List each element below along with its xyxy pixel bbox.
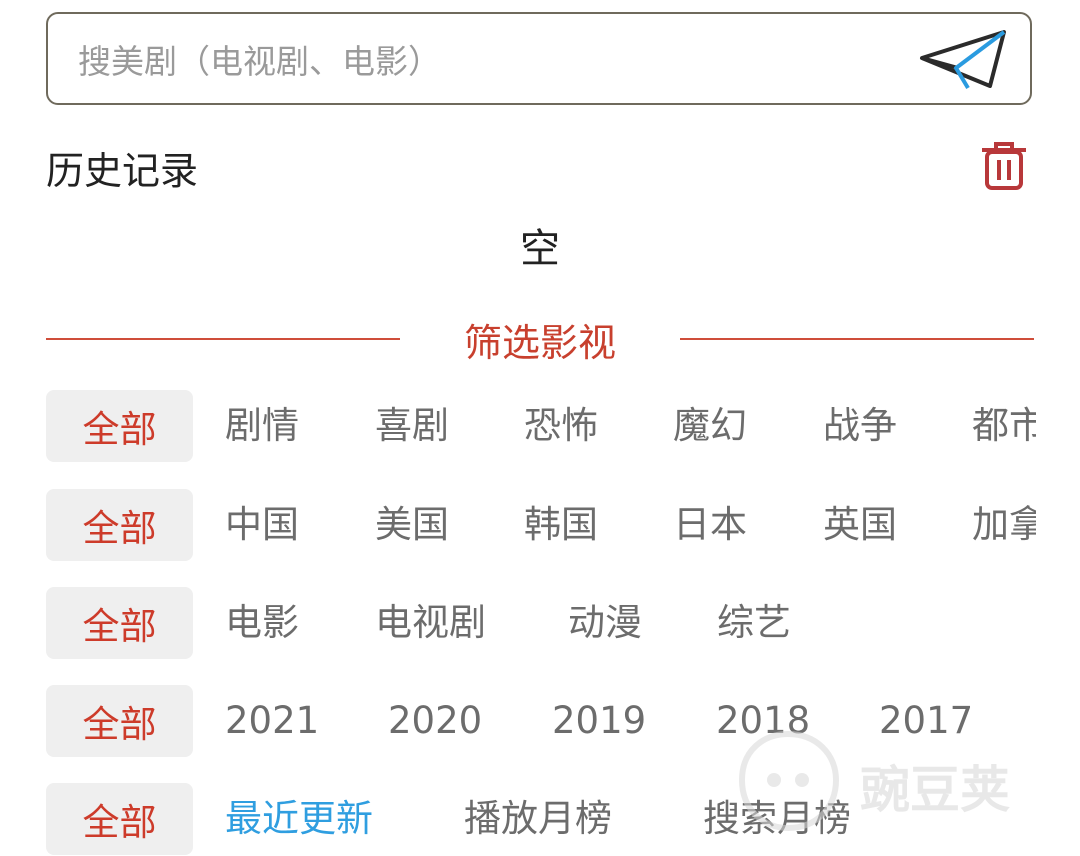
filter-row-region: 全部 中国 美国 韩国 日本 英国 加拿大 [0,489,1036,561]
filter-all-chip[interactable]: 全部 [46,685,193,757]
filter-option[interactable]: 英国 [823,489,897,561]
filter-option[interactable]: 2019 [552,685,646,757]
filter-title: 筛选影视 [463,321,616,365]
filter-option[interactable]: 电影 [225,587,299,659]
filter-option[interactable]: 魔幻 [673,390,747,462]
filter-option[interactable]: 都市 [972,390,1036,462]
filter-option[interactable]: 战争 [823,390,897,462]
filter-option[interactable]: 2017 [879,685,973,757]
trash-icon[interactable] [976,140,1032,192]
filter-option[interactable]: 2020 [388,685,482,757]
search-input[interactable] [76,32,900,90]
filter-row-genre: 全部 剧情 喜剧 恐怖 魔幻 战争 都市 [0,390,1036,462]
filter-row-year: 全部 2021 2020 2019 2018 2017 [0,685,1036,757]
filter-option[interactable]: 搜索月榜 [703,783,851,855]
filter-option[interactable]: 播放月榜 [464,783,612,855]
filter-all-chip[interactable]: 全部 [46,489,193,561]
search-box[interactable] [46,12,1032,105]
filter-option[interactable]: 动漫 [568,587,642,659]
filter-option[interactable]: 2021 [225,685,319,757]
filter-option[interactable]: 电视剧 [375,587,486,659]
filter-option[interactable]: 剧情 [225,390,299,462]
filter-option[interactable]: 中国 [225,489,299,561]
send-icon[interactable] [918,28,1008,92]
filter-option[interactable]: 日本 [673,489,747,561]
filter-option[interactable]: 恐怖 [524,390,598,462]
filter-option[interactable]: 加拿大 [972,489,1036,561]
filter-row-sort: 全部 最近更新 播放月榜 搜索月榜 [0,783,1036,855]
filter-row-type: 全部 电影 电视剧 动漫 综艺 [0,587,1036,659]
filter-all-chip[interactable]: 全部 [46,587,193,659]
filter-option[interactable]: 综艺 [717,587,791,659]
filter-option[interactable]: 2018 [716,685,810,757]
filter-option[interactable]: 喜剧 [375,390,449,462]
filter-option-active[interactable]: 最近更新 [225,783,373,855]
history-title: 历史记录 [46,149,199,193]
history-empty-text: 空 [520,226,560,272]
filter-all-chip[interactable]: 全部 [46,390,193,462]
filter-option[interactable]: 美国 [375,489,449,561]
filter-option[interactable]: 韩国 [524,489,598,561]
filter-all-chip[interactable]: 全部 [46,783,193,855]
